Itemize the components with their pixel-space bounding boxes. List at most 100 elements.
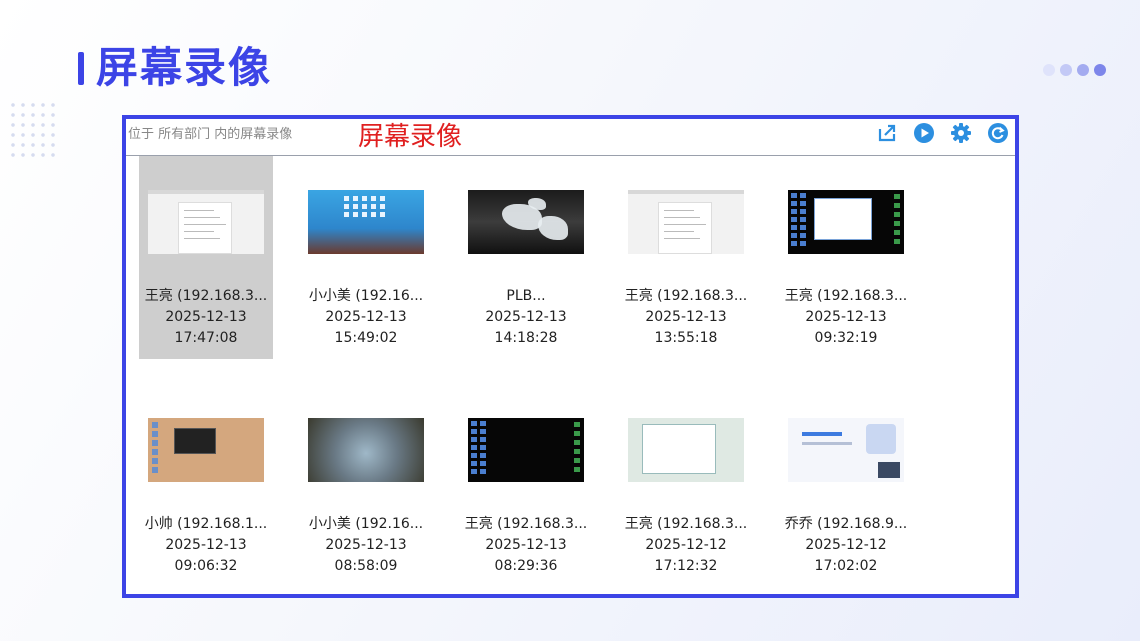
recording-item[interactable]: 小小美 (192.16... 2025-12-13 15:49:02 xyxy=(299,156,433,359)
thumb-detail xyxy=(174,428,216,454)
recording-name: 王亮 (192.168.3... xyxy=(624,288,748,304)
thumb-detail xyxy=(471,437,477,442)
thumb-detail xyxy=(362,204,367,209)
recording-caption: 小小美 (192.16... 2025-12-13 15:49:02 xyxy=(299,286,433,349)
recording-item[interactable]: 王亮 (192.168.3... 2025-12-13 09:32:19 xyxy=(779,156,913,359)
recording-time: 14:18:28 xyxy=(494,330,558,346)
recording-caption: 小帅 (192.168.1... 2025-12-13 09:06:32 xyxy=(139,514,273,577)
recording-item[interactable]: 王亮 (192.168.3... 2025-12-12 17:12:32 xyxy=(619,384,753,587)
recording-thumbnail xyxy=(148,418,264,482)
recording-thumbnail xyxy=(148,190,264,254)
thumb-detail xyxy=(344,196,349,201)
thumb-detail xyxy=(152,422,158,428)
decor-dot xyxy=(1094,64,1106,76)
recording-time: 08:58:09 xyxy=(334,558,398,574)
recording-item[interactable]: 小帅 (192.168.1... 2025-12-13 09:06:32 xyxy=(139,384,273,587)
recording-thumbnail xyxy=(468,418,584,482)
thumb-detail xyxy=(480,421,486,426)
thumb-detail xyxy=(480,461,486,466)
recording-thumbnail xyxy=(628,190,744,254)
thumb-detail xyxy=(894,212,900,217)
recording-name: 王亮 (192.168.3... xyxy=(784,288,908,304)
thumb-detail xyxy=(894,239,900,244)
recording-caption: PLB... 2025-12-13 14:18:28 xyxy=(459,286,593,349)
recording-time: 17:12:32 xyxy=(654,558,718,574)
recording-caption: 王亮 (192.168.3... 2025-12-13 17:47:08 xyxy=(139,286,273,349)
thumb-detail xyxy=(791,233,797,238)
thumb-detail xyxy=(664,210,694,211)
recording-item[interactable]: 小小美 (192.16... 2025-12-13 08:58:09 xyxy=(299,384,433,587)
thumb-detail xyxy=(371,196,376,201)
thumb-detail xyxy=(353,212,358,217)
recording-thumbnail xyxy=(308,418,424,482)
recording-date: 2025-12-13 xyxy=(485,309,567,325)
thumb-detail xyxy=(894,194,900,199)
thumb-detail xyxy=(344,204,349,209)
thumb-detail xyxy=(152,467,158,473)
thumb-detail xyxy=(574,467,580,472)
recording-date: 2025-12-12 xyxy=(805,537,887,553)
thumb-detail xyxy=(664,231,694,232)
thumb-detail xyxy=(802,442,852,445)
thumb-detail xyxy=(471,421,477,426)
thumb-detail xyxy=(800,241,806,246)
thumb-detail xyxy=(664,238,700,239)
recording-item[interactable]: 王亮 (192.168.3... 2025-12-13 08:29:36 xyxy=(459,384,593,587)
thumb-detail xyxy=(353,204,358,209)
thumb-detail xyxy=(802,432,842,436)
thumb-detail xyxy=(894,221,900,226)
recording-name: 小小美 (192.16... xyxy=(308,516,424,532)
recording-time: 09:32:19 xyxy=(814,330,878,346)
thumb-detail xyxy=(371,212,376,217)
recording-time: 13:55:18 xyxy=(654,330,718,346)
recording-thumbnail xyxy=(628,418,744,482)
thumb-detail xyxy=(800,209,806,214)
title-accent-bar xyxy=(78,52,84,85)
recording-caption: 小小美 (192.16... 2025-12-13 08:58:09 xyxy=(299,514,433,577)
recording-name: 小帅 (192.168.1... xyxy=(144,516,268,532)
recording-item[interactable]: 王亮 (192.168.3... 2025-12-13 13:55:18 xyxy=(619,156,753,359)
thumb-detail xyxy=(791,201,797,206)
thumb-detail xyxy=(152,449,158,455)
recording-caption: 王亮 (192.168.3... 2025-12-13 08:29:36 xyxy=(459,514,593,577)
thumb-detail xyxy=(152,440,158,446)
thumb-detail xyxy=(362,212,367,217)
recording-item[interactable]: 乔乔 (192.168.9... 2025-12-12 17:02:02 xyxy=(779,384,913,587)
recording-date: 2025-12-13 xyxy=(805,309,887,325)
recording-grid: 王亮 (192.168.3... 2025-12-13 17:47:08 小小美 (1… xyxy=(126,119,1015,594)
thumb-detail xyxy=(814,198,872,240)
decor-dot xyxy=(1060,64,1072,76)
thumb-detail xyxy=(152,431,158,437)
thumb-detail xyxy=(152,458,158,464)
thumb-detail xyxy=(184,238,220,239)
thumb-detail xyxy=(538,216,568,240)
thumb-detail xyxy=(791,217,797,222)
thumb-detail xyxy=(574,449,580,454)
thumb-detail xyxy=(800,233,806,238)
thumb-detail xyxy=(894,230,900,235)
recording-item[interactable]: 王亮 (192.168.3... 2025-12-13 17:47:08 xyxy=(139,156,273,359)
recording-item[interactable]: PLB... 2025-12-13 14:18:28 xyxy=(459,156,593,359)
thumb-detail xyxy=(184,217,220,218)
recording-time: 17:47:08 xyxy=(174,330,238,346)
recording-caption: 乔乔 (192.168.9... 2025-12-12 17:02:02 xyxy=(779,514,913,577)
decor-dot xyxy=(1043,64,1055,76)
recording-date: 2025-12-13 xyxy=(165,537,247,553)
thumb-detail xyxy=(574,458,580,463)
thumb-detail xyxy=(800,217,806,222)
recording-date: 2025-12-13 xyxy=(325,309,407,325)
thumb-detail xyxy=(380,212,385,217)
thumb-detail xyxy=(664,217,700,218)
thumb-detail xyxy=(184,231,214,232)
recording-caption: 王亮 (192.168.3... 2025-12-13 09:32:19 xyxy=(779,286,913,349)
thumb-detail xyxy=(791,209,797,214)
thumb-detail xyxy=(471,453,477,458)
page-title: 屏幕录像 xyxy=(96,43,273,92)
thumb-detail xyxy=(574,440,580,445)
thumb-detail xyxy=(471,429,477,434)
recording-name: 王亮 (192.168.3... xyxy=(624,516,748,532)
recording-name: 王亮 (192.168.3... xyxy=(144,288,268,304)
recording-thumbnail xyxy=(788,418,904,482)
thumb-detail xyxy=(184,224,226,225)
thumb-detail xyxy=(800,201,806,206)
